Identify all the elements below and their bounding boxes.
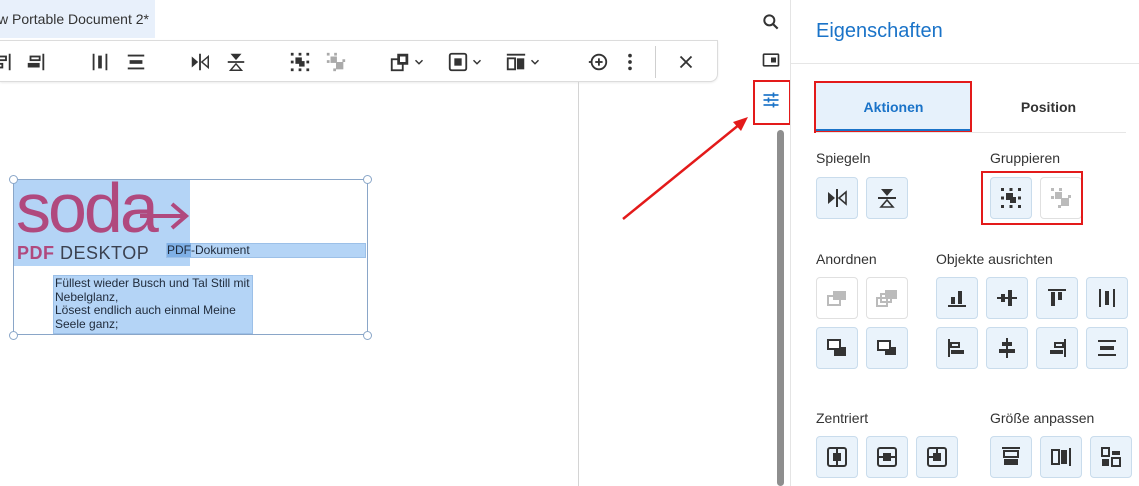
document-area: w Portable Document 2* soda PDF DESKTOP … <box>0 0 752 486</box>
align-top-button[interactable] <box>1036 277 1078 319</box>
match-width-button[interactable] <box>990 436 1032 478</box>
properties-highlight-outline <box>753 80 791 125</box>
panel-divider <box>791 63 1139 64</box>
section-anordnen: Anordnen <box>816 251 877 267</box>
document-tab-title: w Portable Document 2* <box>0 11 149 27</box>
send-backward-icon <box>827 339 846 356</box>
align-center-button[interactable] <box>986 327 1028 369</box>
side-rail <box>752 0 791 486</box>
section-zentriert: Zentriert <box>816 410 869 426</box>
align-right-button[interactable] <box>1036 327 1078 369</box>
arrange-icon[interactable] <box>388 50 412 74</box>
send-to-back-button[interactable] <box>866 327 908 369</box>
flip-vertical-button[interactable] <box>866 177 908 219</box>
panel-icon[interactable] <box>756 45 786 75</box>
match-height-icon <box>1051 448 1071 466</box>
send-to-back-icon <box>877 340 896 355</box>
panel-title: Eigenschaften <box>816 20 943 42</box>
align-top-icon <box>1048 289 1066 306</box>
center-dropdown-icon[interactable] <box>470 50 484 74</box>
resize-handle-bottom-left[interactable] <box>9 331 18 340</box>
match-width-icon <box>1002 447 1020 465</box>
flip-vertical-icon <box>878 189 896 208</box>
center-vertical-button[interactable] <box>916 436 958 478</box>
center-vertical-icon <box>927 447 947 467</box>
align-middle-icon <box>997 290 1017 306</box>
align-horizontal-center-icon[interactable] <box>124 50 148 74</box>
bring-forward-icon <box>827 291 846 306</box>
resize-handle-top-right[interactable] <box>363 175 372 184</box>
flip-vertical-icon[interactable] <box>224 50 248 74</box>
tabs-divider <box>816 132 1126 133</box>
center-horizontal-button[interactable] <box>866 436 908 478</box>
bring-forward-button[interactable] <box>816 277 858 319</box>
document-tab[interactable]: w Portable Document 2* <box>0 0 155 38</box>
section-objekte-ausrichten: Objekte ausrichten <box>936 251 1053 267</box>
align-bottom-icon <box>948 291 966 307</box>
flip-horizontal-button[interactable] <box>816 177 858 219</box>
send-backward-button[interactable] <box>816 327 858 369</box>
match-size-button[interactable] <box>1090 436 1132 478</box>
bring-to-front-icon <box>876 290 897 307</box>
resize-handle-bottom-right[interactable] <box>363 331 372 340</box>
ungroup-icon[interactable] <box>324 50 348 74</box>
tab-position[interactable]: Position <box>971 82 1126 132</box>
page-edge <box>578 82 579 486</box>
match-height-button[interactable] <box>1040 436 1082 478</box>
size-icon[interactable] <box>504 50 528 74</box>
center-horizontal-icon <box>877 447 897 467</box>
align-horizontal-center-button[interactable] <box>1086 327 1128 369</box>
section-groesse-anpassen: Größe anpassen <box>990 410 1095 426</box>
align-left-icon <box>948 339 964 357</box>
tab-highlight-outline <box>814 81 972 133</box>
flip-horizontal-icon <box>828 189 847 207</box>
align-left-button[interactable] <box>936 327 978 369</box>
more-vert-icon[interactable] <box>618 50 642 74</box>
align-bottom-button[interactable] <box>936 277 978 319</box>
section-gruppieren: Gruppieren <box>990 150 1061 166</box>
center-both-button[interactable] <box>816 436 858 478</box>
align-right-icon <box>1050 339 1066 357</box>
align-right-edge-icon[interactable] <box>24 50 48 74</box>
add-circle-icon[interactable] <box>586 50 610 74</box>
bring-to-front-button[interactable] <box>866 277 908 319</box>
group-highlight-outline <box>981 171 1083 225</box>
align-left-partial-icon[interactable] <box>0 50 18 74</box>
match-size-icon <box>1101 447 1121 467</box>
flip-horizontal-icon[interactable] <box>188 50 212 74</box>
align-center-vertical-icon[interactable] <box>88 50 112 74</box>
group-icon[interactable] <box>288 50 312 74</box>
align-middle-button[interactable] <box>986 277 1028 319</box>
selection-frame <box>13 179 368 335</box>
center-icon[interactable] <box>446 50 470 74</box>
search-icon[interactable] <box>756 7 786 37</box>
align-vertical-center-icon <box>1099 289 1115 307</box>
close-icon[interactable] <box>674 50 698 74</box>
toolbar-separator <box>655 46 656 78</box>
align-horizontal-center-icon <box>1098 340 1116 356</box>
arrange-dropdown-icon[interactable] <box>412 50 426 74</box>
scrollbar[interactable] <box>777 130 784 486</box>
size-dropdown-icon[interactable] <box>528 50 542 74</box>
resize-handle-top-left[interactable] <box>9 175 18 184</box>
center-both-icon <box>827 447 847 467</box>
align-center-icon <box>999 338 1015 358</box>
properties-panel: Eigenschaften Aktionen Position Spiegeln… <box>790 0 1139 486</box>
object-toolbar <box>0 40 718 82</box>
align-vertical-center-button[interactable] <box>1086 277 1128 319</box>
section-spiegeln: Spiegeln <box>816 150 871 166</box>
